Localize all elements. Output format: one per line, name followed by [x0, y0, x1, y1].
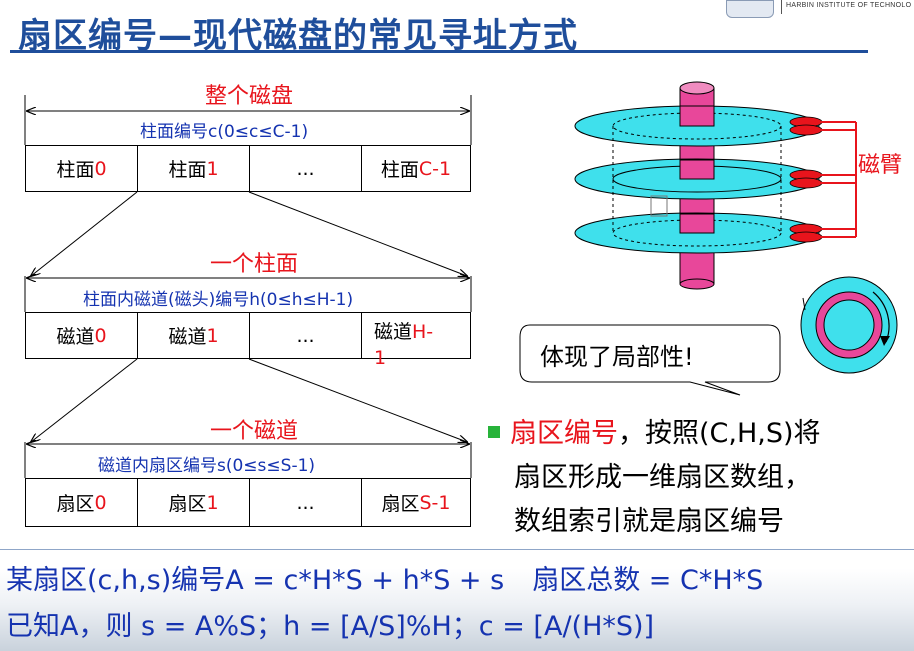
- platter-icon: [574, 212, 820, 254]
- formula-line-1: 某扇区(c,h,s)编号A = c*H*S + h*S + s 扇区总数 = C*…: [6, 565, 764, 596]
- arm-icon: [820, 121, 857, 238]
- platter-top-view-icon: [800, 276, 898, 374]
- platter-icon: [574, 158, 820, 200]
- disk-arm-label: 磁臂: [858, 153, 903, 178]
- bullet-paragraph: 扇区编号，按照(C,H,S)将 扇区形成一维扇区数组， 数组索引就是扇区编号: [488, 412, 888, 544]
- footer-rule: [0, 549, 914, 550]
- callout-text: 体现了局部性!: [540, 343, 694, 371]
- formula-line-2: 已知A，则 s = A%S；h = [A/S]%H；c = [A/(H*S)]: [6, 611, 655, 642]
- platter-icon: [574, 105, 820, 147]
- bullet-line: 扇区形成一维扇区数组，: [514, 462, 811, 493]
- bullet-line: 数组索引就是扇区编号: [514, 506, 784, 537]
- bullet-square-icon: [488, 425, 500, 438]
- bullet-line: 扇区编号，按照(C,H,S)将: [488, 412, 888, 456]
